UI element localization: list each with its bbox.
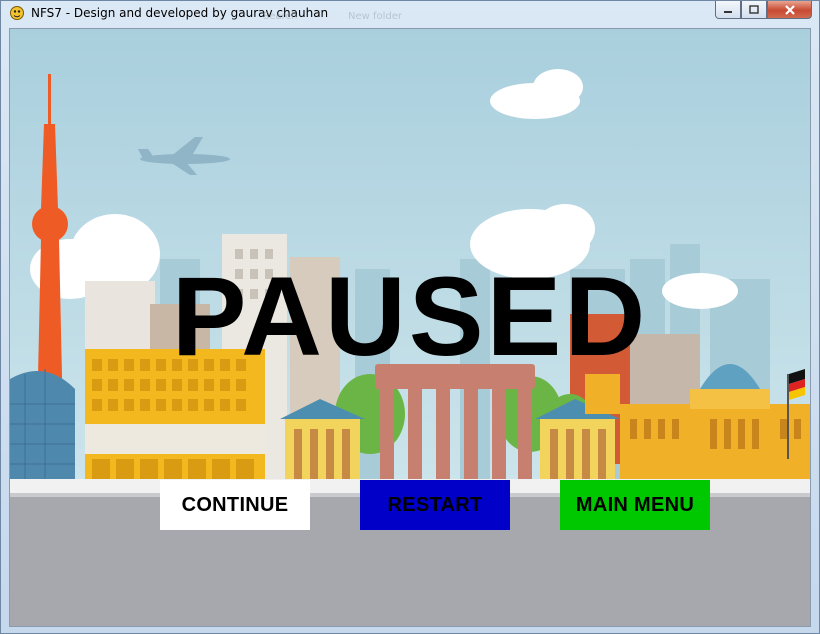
close-icon [784, 4, 795, 15]
minimize-button[interactable] [715, 1, 741, 19]
title-bar[interactable]: NFS7 - Design and developed by gaurav ch… [1, 1, 819, 28]
ghost-new-folder-text: New folder [348, 11, 403, 22]
minimize-icon [724, 10, 732, 13]
caption-buttons [715, 1, 812, 20]
paused-overlay-text: PAUSED [171, 254, 649, 379]
continue-button[interactable]: CONTINUE [160, 480, 310, 530]
maximize-button[interactable] [741, 1, 767, 19]
restart-button[interactable]: RESTART [360, 480, 510, 530]
app-window: NFS7 - Design and developed by gaurav ch… [0, 0, 820, 634]
ghost-search-text: Search [263, 11, 298, 22]
close-button[interactable] [767, 1, 812, 19]
pygame-snake-icon [10, 6, 24, 20]
maximize-icon [749, 5, 759, 14]
main-menu-button[interactable]: MAIN MENU [560, 480, 710, 530]
game-canvas[interactable]: PAUSED CONTINUE RESTART MAIN MENU [9, 28, 811, 627]
